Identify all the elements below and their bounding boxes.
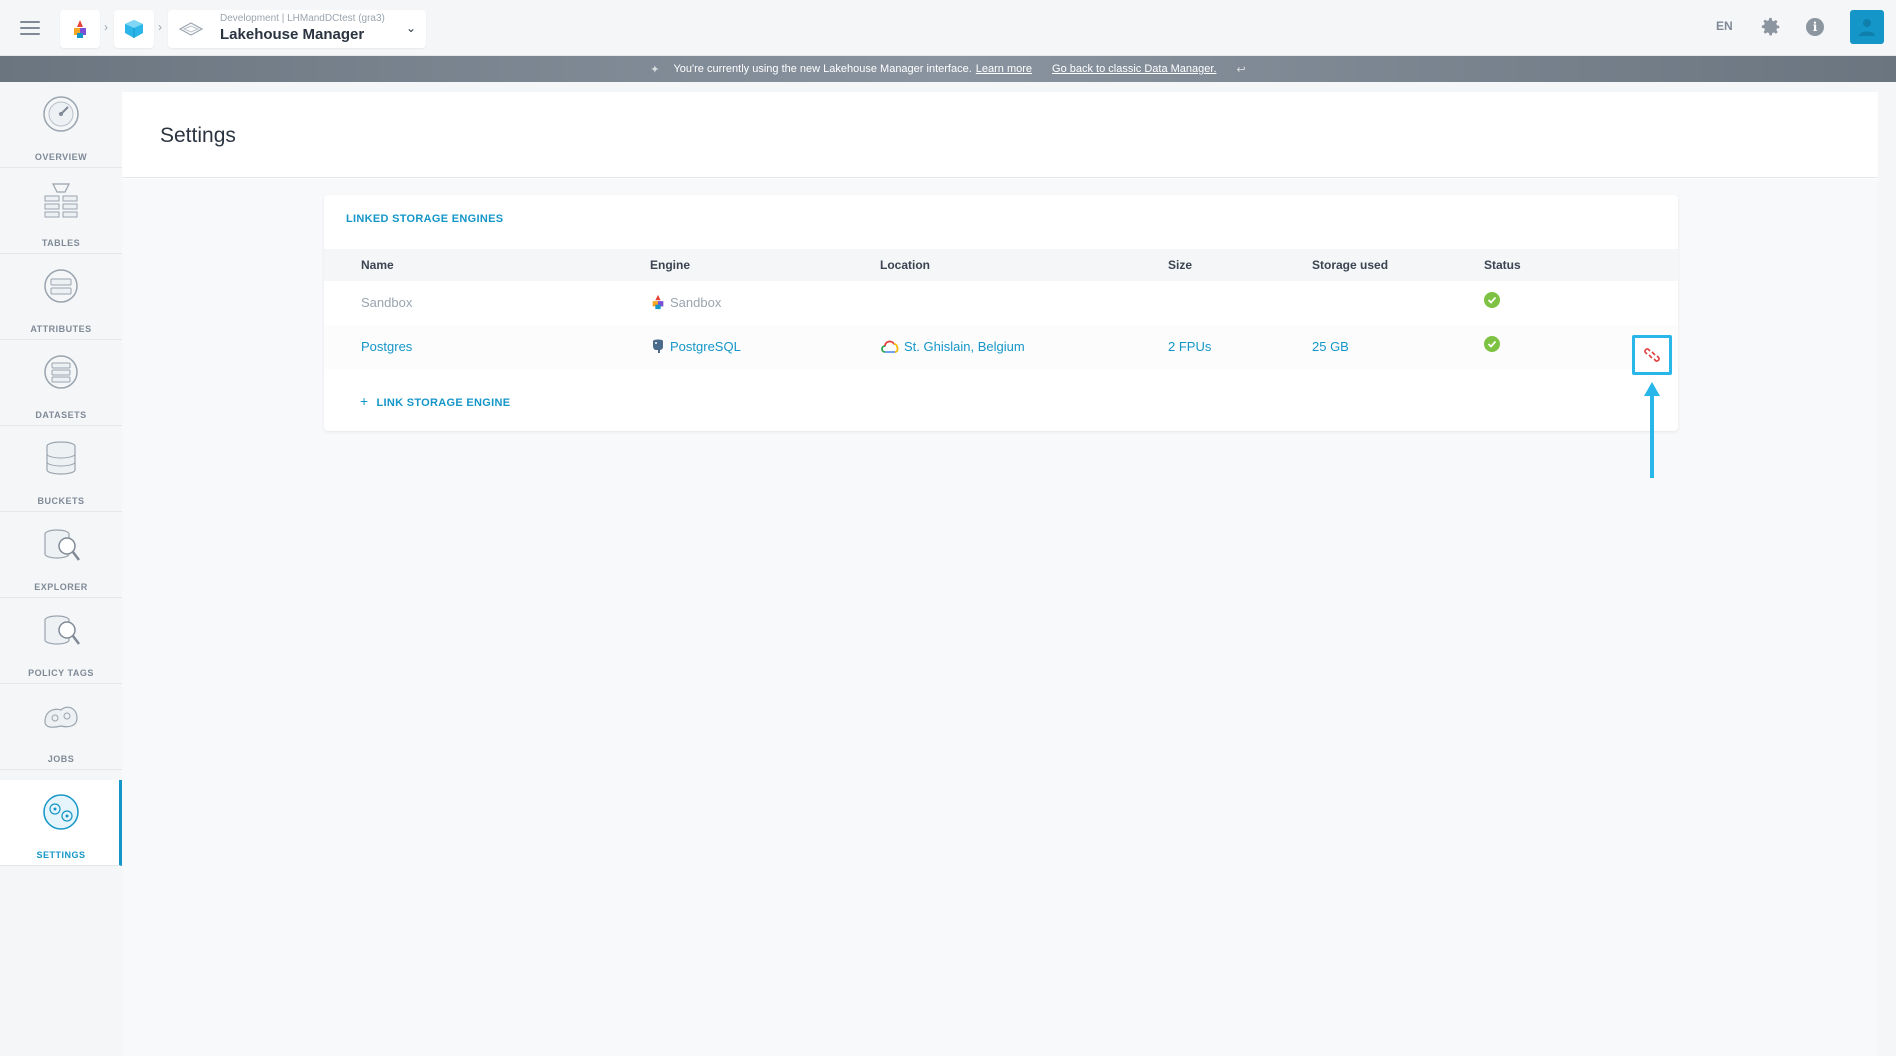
sidebar-item-policy-tags[interactable]: POLICY TAGS	[0, 598, 122, 684]
cell-name[interactable]: Postgres	[361, 339, 412, 354]
column-header-location[interactable]: Location	[880, 258, 930, 272]
google-cloud-icon	[881, 340, 899, 353]
attributes-icon	[44, 269, 78, 303]
info-icon[interactable]: i	[1806, 18, 1824, 36]
top-bar: › › Development | LHMandDCtest (gra3) La…	[0, 0, 1896, 56]
user-icon	[1859, 19, 1875, 36]
cell-engine: Sandbox	[670, 295, 722, 310]
return-arrow-icon: ↩	[1236, 63, 1246, 76]
breadcrumb-separator: ›	[158, 20, 162, 34]
annotation-arrow-up-icon	[1644, 382, 1660, 478]
sidebar-item-label: DATASETS	[35, 410, 87, 420]
cell-name: Sandbox	[361, 295, 413, 310]
menu-icon[interactable]	[20, 18, 40, 38]
sandbox-engine-icon	[652, 294, 664, 310]
sidebar-item-explorer[interactable]: EXPLORER	[0, 512, 122, 598]
sidebar: OVERVIEW TABLES ATTRIBUTES DATASETS BUCK…	[0, 82, 122, 1056]
postgresql-elephant-icon	[653, 339, 663, 353]
table-row[interactable]: Sandbox Sandbox	[324, 281, 1678, 325]
column-header-engine[interactable]: Engine	[650, 258, 690, 272]
breadcrumb-title: Lakehouse Manager	[220, 26, 365, 43]
unlink-icon	[1644, 348, 1660, 362]
column-header-size[interactable]: Size	[1168, 258, 1192, 272]
sidebar-item-label: TABLES	[41, 238, 81, 248]
column-header-name[interactable]: Name	[361, 258, 394, 272]
sidebar-item-settings[interactable]: SETTINGS	[0, 780, 122, 866]
forepaas-logo-icon	[74, 20, 86, 38]
status-ok-icon	[1484, 292, 1500, 308]
breadcrumb-separator: ›	[104, 20, 108, 34]
settings-icon	[43, 794, 79, 830]
sidebar-item-jobs[interactable]: JOBS	[0, 684, 122, 770]
sparkle-icon: ✦	[650, 63, 660, 76]
breadcrumb-lakehouse[interactable]	[114, 10, 154, 48]
page-body: LINKED STORAGE ENGINES Name Engine Locat…	[122, 179, 1878, 1056]
cell-location: St. Ghislain, Belgium	[904, 339, 1025, 354]
card-title: LINKED STORAGE ENGINES	[346, 213, 504, 225]
unlink-storage-engine-button[interactable]	[1632, 335, 1672, 375]
link-storage-engine-label: LINK STORAGE ENGINE	[376, 397, 511, 409]
status-ok-icon	[1484, 336, 1500, 352]
sidebar-item-label: ATTRIBUTES	[30, 324, 92, 334]
chevron-down-icon: ⌄	[405, 21, 416, 35]
sidebar-item-label: JOBS	[47, 754, 75, 764]
sidebar-item-label: OVERVIEW	[34, 152, 88, 162]
page-header: Settings	[122, 92, 1878, 178]
language-selector[interactable]: EN	[1716, 19, 1733, 33]
tables-icon	[44, 183, 78, 218]
lakehouse-cube-icon	[125, 20, 143, 38]
column-header-status[interactable]: Status	[1484, 258, 1521, 272]
sidebar-item-label: BUCKETS	[37, 496, 85, 506]
new-interface-banner: ✦ You're currently using the new Lakehou…	[0, 56, 1896, 82]
sidebar-item-attributes[interactable]: ATTRIBUTES	[0, 254, 122, 340]
sidebar-item-label: SETTINGS	[36, 850, 86, 860]
jobs-icon	[44, 706, 78, 728]
sidebar-item-overview[interactable]: OVERVIEW	[0, 82, 122, 168]
gear-icon[interactable]	[1760, 16, 1782, 38]
explorer-icon	[44, 529, 80, 561]
go-back-classic-link[interactable]: Go back to classic Data Manager.	[1052, 63, 1216, 75]
user-menu-button[interactable]	[1850, 10, 1884, 44]
data-manager-icon	[178, 22, 204, 36]
column-header-storage-used[interactable]: Storage used	[1312, 258, 1388, 272]
policy-tags-icon	[44, 615, 80, 645]
sidebar-item-buckets[interactable]: BUCKETS	[0, 426, 122, 512]
plus-icon: +	[360, 393, 369, 409]
cell-engine[interactable]: PostgreSQL	[670, 339, 741, 354]
datasets-icon	[44, 355, 78, 389]
sidebar-item-label: EXPLORER	[34, 582, 88, 592]
table-header: Name Engine Location Size Storage used S…	[324, 249, 1678, 281]
breadcrumb-subtitle: Development | LHMandDCtest (gra3)	[220, 13, 385, 24]
banner-text: You're currently using the new Lakehouse…	[673, 63, 972, 75]
link-storage-engine-button[interactable]: + LINK STORAGE ENGINE	[360, 393, 510, 409]
main-content: Settings LINKED STORAGE ENGINES Name Eng…	[122, 92, 1878, 1056]
sidebar-item-label: POLICY TAGS	[28, 668, 94, 678]
learn-more-link[interactable]: Learn more	[976, 63, 1032, 75]
table-row[interactable]: Postgres PostgreSQL St. Ghislain, Belgiu…	[324, 325, 1678, 375]
page-title: Settings	[160, 124, 236, 147]
breadcrumb-app-selector[interactable]: Development | LHMandDCtest (gra3) Lakeho…	[168, 10, 426, 48]
cell-storage-used: 25 GB	[1312, 339, 1349, 354]
breadcrumb-project[interactable]	[60, 10, 100, 48]
gauge-icon	[43, 96, 79, 132]
cell-size: 2 FPUs	[1168, 339, 1212, 354]
buckets-icon	[46, 441, 76, 475]
sidebar-item-datasets[interactable]: DATASETS	[0, 340, 122, 426]
sidebar-item-tables[interactable]: TABLES	[0, 168, 122, 254]
linked-storage-engines-card: LINKED STORAGE ENGINES Name Engine Locat…	[324, 195, 1678, 431]
